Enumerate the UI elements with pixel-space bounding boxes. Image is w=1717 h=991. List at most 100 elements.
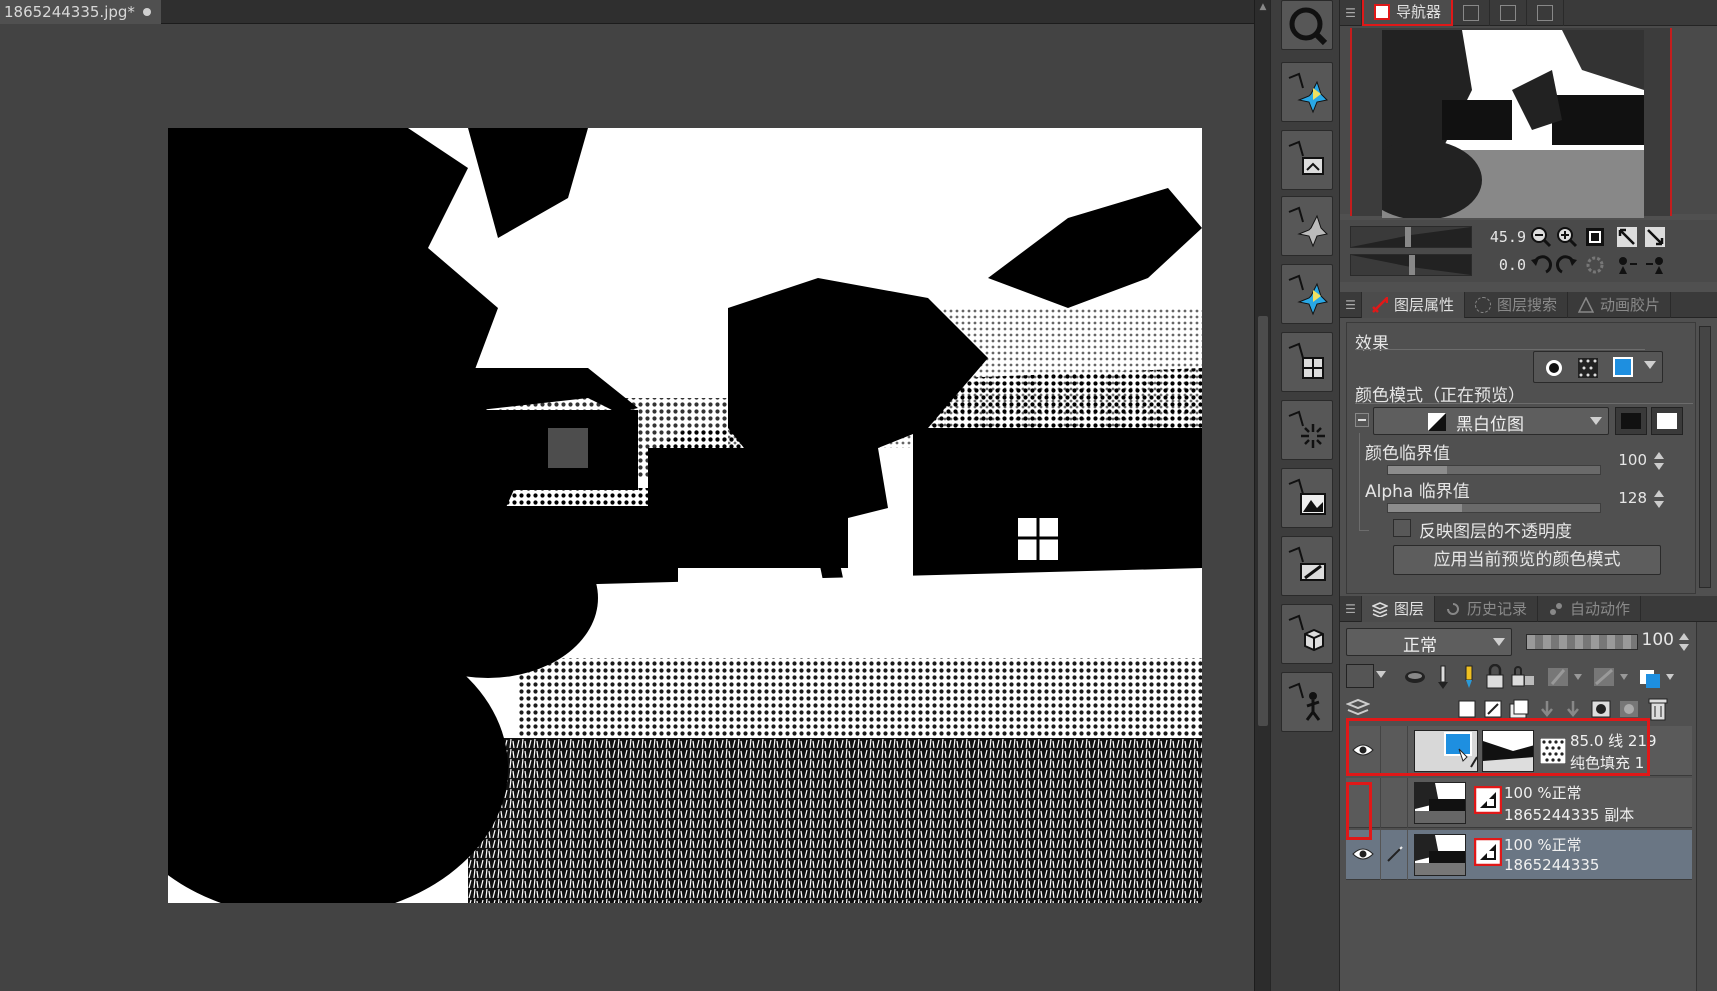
navigator-preview-image[interactable] <box>1382 30 1644 218</box>
scroll-up-arrow-icon[interactable]: ▲ <box>1258 2 1268 12</box>
rotate-slider[interactable] <box>1350 254 1472 276</box>
layer-options-icon[interactable] <box>1346 698 1370 718</box>
reset-rotation-icon[interactable] <box>1584 254 1606 276</box>
fit-screen-icon[interactable] <box>1616 226 1638 248</box>
color-threshold-value[interactable]: 100 <box>1611 451 1647 469</box>
document-tab[interactable]: 1865244335.jpg* <box>0 0 161 24</box>
actual-size-icon[interactable] <box>1584 226 1606 248</box>
layer-link-cell[interactable] <box>1380 830 1408 880</box>
rotate-left-icon[interactable] <box>1530 254 1552 276</box>
alpha-threshold-spinner-icon[interactable] <box>1653 487 1665 511</box>
tab-layer-property[interactable]: 图层属性 <box>1362 291 1466 318</box>
tab-auto-action[interactable]: 自动动作 <box>1538 595 1642 622</box>
navigator-icon <box>1374 3 1390 20</box>
panel-menu-icon[interactable]: ☰ <box>1340 0 1362 26</box>
sub-tool-pinwheel-blue-button[interactable] <box>1281 264 1333 324</box>
layer-link-cell[interactable] <box>1380 778 1408 828</box>
alpha-threshold-slider[interactable] <box>1387 503 1601 513</box>
clip-lower-icon[interactable] <box>1404 666 1426 688</box>
info-icon <box>1500 4 1517 21</box>
draft-layer-icon[interactable] <box>1458 664 1480 690</box>
sub-tool-cube-button[interactable] <box>1281 604 1333 664</box>
properties-scrollbar[interactable] <box>1699 326 1711 588</box>
tab-layer-search[interactable]: 图层搜索 <box>1465 291 1569 318</box>
color-threshold-slider[interactable] <box>1387 465 1601 475</box>
visibility-eye-icon[interactable] <box>1352 846 1374 862</box>
lock-icon[interactable] <box>1484 664 1506 690</box>
sub-tool-pinwheel-gray-button[interactable] <box>1281 196 1333 256</box>
unsaved-dot-icon[interactable] <box>142 8 151 16</box>
sub-tool-mountain-button[interactable] <box>1281 468 1333 528</box>
tone-effect-icon <box>1578 358 1598 378</box>
rotate-right-icon[interactable] <box>1556 254 1578 276</box>
ruler-toggle-icon[interactable] <box>1590 664 1630 690</box>
layer-color-toggle-icon[interactable] <box>1636 664 1676 690</box>
layer-color-swatch[interactable] <box>1346 664 1374 688</box>
reference-layer-icon[interactable] <box>1432 664 1454 690</box>
layer-search-icon <box>1475 296 1492 313</box>
lock-transparent-icon[interactable] <box>1510 664 1536 690</box>
sub-tool-grid-button[interactable] <box>1281 332 1333 392</box>
opacity-slider[interactable] <box>1526 634 1638 650</box>
tab-layer-search-label: 图层搜索 <box>1497 296 1558 314</box>
grid-icon <box>1288 342 1324 379</box>
flip-horizontal-icon[interactable] <box>1616 254 1638 276</box>
opacity-value[interactable]: 100 <box>1640 630 1674 650</box>
sub-tool-figure-button[interactable] <box>1281 672 1333 732</box>
collapse-minus-icon[interactable] <box>1355 413 1369 427</box>
canvas-area[interactable] <box>0 24 1254 991</box>
zoom-tool-button[interactable] <box>1281 0 1333 50</box>
alpha-threshold-value[interactable]: 128 <box>1611 489 1647 507</box>
create-mask-icon[interactable] <box>1590 698 1612 720</box>
item-bank-icon <box>1537 4 1554 21</box>
zoom-out-icon[interactable] <box>1530 226 1552 248</box>
tab-animation-cels[interactable]: 动画胶片 <box>1568 291 1672 318</box>
new-folder-icon[interactable] <box>1508 698 1530 720</box>
black-swatch-button[interactable] <box>1615 407 1647 435</box>
flip-vertical-icon[interactable] <box>1644 254 1666 276</box>
sub-tool-image-button[interactable] <box>1281 130 1333 190</box>
opacity-spinner-icon[interactable] <box>1678 630 1690 654</box>
effect-selector[interactable] <box>1533 351 1663 383</box>
apply-color-mode-button[interactable]: 应用当前预览的颜色模式 <box>1393 545 1661 575</box>
sub-tool-blend-button[interactable] <box>1281 62 1333 122</box>
white-swatch-button[interactable] <box>1651 407 1683 435</box>
tab-subview[interactable] <box>1453 0 1491 26</box>
tab-layers[interactable]: 图层 <box>1362 595 1436 622</box>
fit-navigator-icon[interactable] <box>1644 226 1666 248</box>
sub-tool-burst-button[interactable] <box>1281 400 1333 460</box>
new-vector-layer-icon[interactable] <box>1482 698 1504 720</box>
layer-toolbar-top <box>1346 662 1692 692</box>
chevron-down-icon <box>1493 638 1505 646</box>
tab-item-bank[interactable] <box>1527 0 1565 26</box>
merge-down-icon[interactable] <box>1562 698 1584 720</box>
chevron-down-icon[interactable] <box>1376 671 1386 678</box>
blend-mode-dropdown[interactable]: 正常 <box>1346 628 1512 656</box>
color-threshold-spinner-icon[interactable] <box>1653 449 1665 473</box>
layers-panel: 正常 100 85.0 线 219 纯色填充 1 100 %正常 1865244… <box>1340 622 1717 991</box>
layer-row-copy[interactable]: 100 %正常 1865244335 副本 <box>1346 778 1692 828</box>
mask-toggle-icon[interactable] <box>1544 664 1584 690</box>
zoom-in-icon[interactable] <box>1556 226 1578 248</box>
layer-row-original[interactable]: 100 %正常 1865244335 <box>1346 830 1692 880</box>
navigator-thumbnail <box>1382 30 1644 218</box>
document-tab-bar: 1865244335.jpg* <box>0 0 1262 24</box>
auto-action-icon <box>1550 602 1563 615</box>
panel-menu-icon[interactable]: ☰ <box>1340 291 1362 318</box>
tab-history[interactable]: 历史记录 <box>1435 595 1539 622</box>
apply-mask-icon[interactable] <box>1618 698 1640 720</box>
sub-tool-edit-button[interactable] <box>1281 536 1333 596</box>
zoom-slider[interactable] <box>1350 226 1472 248</box>
artwork-canvas[interactable] <box>168 128 1202 903</box>
tab-info[interactable] <box>1490 0 1528 26</box>
layers-scrollbar[interactable] <box>1696 622 1717 991</box>
pinwheel-icon <box>1288 72 1329 114</box>
tab-navigator[interactable]: 导航器 <box>1362 0 1454 26</box>
color-mode-dropdown[interactable]: 黑白位图 <box>1373 407 1609 435</box>
new-raster-layer-icon[interactable] <box>1456 698 1478 720</box>
canvas-vertical-scrollbar[interactable]: ▲ <box>1254 0 1270 991</box>
panel-menu-icon[interactable]: ☰ <box>1340 595 1362 622</box>
reflect-opacity-checkbox[interactable] <box>1393 519 1411 537</box>
scrollbar-thumb[interactable] <box>1258 316 1268 726</box>
transfer-down-icon[interactable] <box>1536 698 1558 720</box>
